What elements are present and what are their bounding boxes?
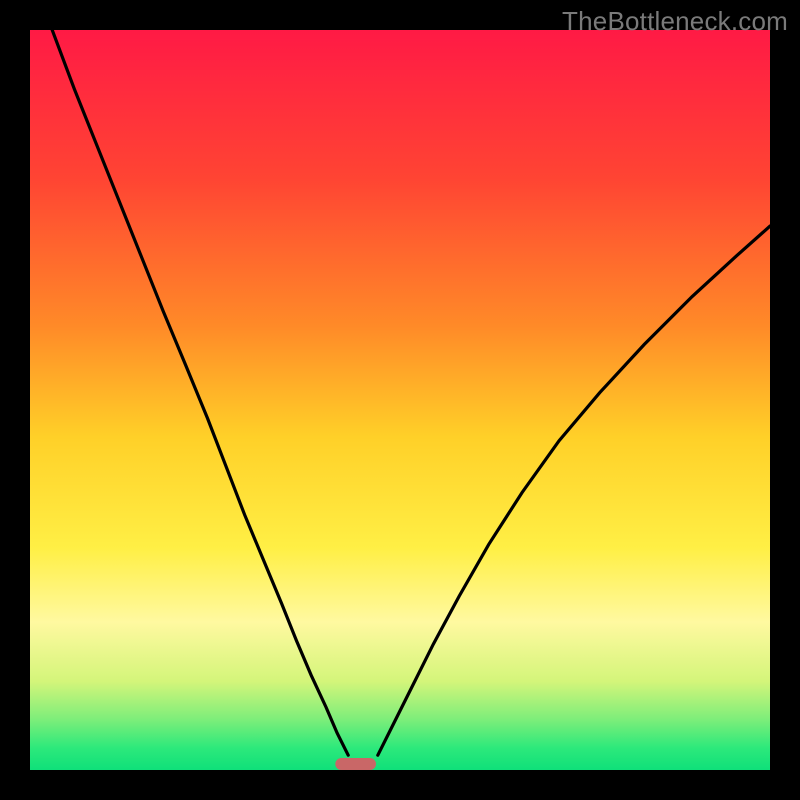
watermark-text: TheBottleneck.com — [562, 6, 788, 37]
gradient-background — [30, 30, 770, 770]
bottleneck-marker — [335, 758, 376, 770]
chart-svg — [30, 30, 770, 770]
plot-area — [30, 30, 770, 770]
chart-frame: TheBottleneck.com — [0, 0, 800, 800]
